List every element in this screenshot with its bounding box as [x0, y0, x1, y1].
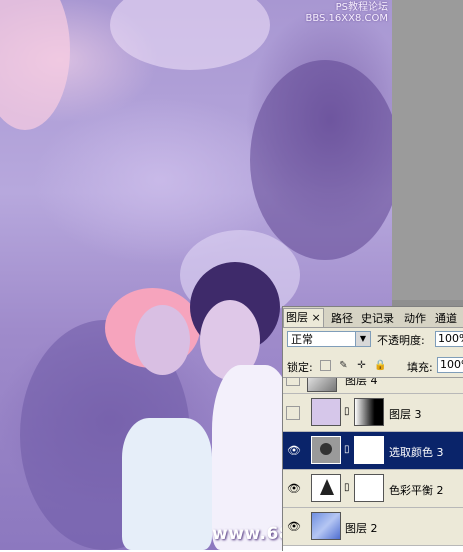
visibility-toggle[interactable]	[286, 378, 300, 386]
tree-foliage-right	[250, 60, 392, 260]
layer-name: 图层 2	[345, 522, 378, 535]
lock-transparency-icon[interactable]	[320, 360, 331, 371]
layer-mask-thumbnail[interactable]	[354, 398, 384, 426]
chevron-down-icon[interactable]: ▼	[355, 332, 370, 346]
layer-mask-thumbnail[interactable]	[354, 436, 384, 464]
girl-dress	[122, 418, 212, 550]
fill-input[interactable]: 100%	[437, 357, 463, 373]
adjustment-thumbnail	[311, 436, 341, 464]
link-icon[interactable]: ▯	[344, 444, 350, 455]
blossom-branch	[0, 0, 70, 130]
layer-name: 选取颜色 3	[389, 446, 444, 459]
panel-tabs: 图层 × 路径 史记录 动作 通道	[283, 307, 463, 328]
foliage-top	[110, 0, 270, 70]
blend-mode-value: 正常	[291, 333, 313, 346]
tab-actions[interactable]: 动作	[404, 310, 426, 326]
lock-label: 锁定:	[287, 361, 313, 374]
eye-icon[interactable]: 👁	[286, 519, 302, 535]
eye-icon[interactable]: 👁	[286, 481, 302, 497]
adjustment-thumbnail	[311, 474, 341, 502]
link-icon[interactable]: ▯	[344, 406, 350, 417]
adjustment-icon	[320, 443, 332, 455]
tab-paths[interactable]: 路径	[331, 310, 353, 326]
layer-thumbnail	[311, 398, 341, 426]
layers-panel: 图层 × 路径 史记录 动作 通道 正常 ▼ 不透明度: 100% 锁定: ✎ …	[282, 306, 463, 552]
lock-row: 锁定: ✎ ✛ 🔒 填充: 100%	[287, 356, 463, 376]
opacity-input[interactable]: 100%	[435, 331, 463, 347]
eye-icon[interactable]: 👁	[286, 443, 302, 459]
layer-name: 色彩平衡 2	[389, 484, 444, 497]
layer-list: 图层 4 ▯ 图层 3 👁 ▯ 选取颜色 3 👁 ▯ 色彩平衡 2 👁 图层 2	[283, 377, 463, 552]
opacity-label: 不透明度:	[377, 334, 425, 347]
layer-name: 图层 3	[389, 408, 422, 421]
balance-icon	[320, 479, 334, 495]
watermark-top: PS教程论坛 BBS.16XX8.COM	[305, 2, 388, 24]
lock-brush-icon[interactable]: ✎	[338, 360, 349, 371]
girl-face	[135, 305, 190, 375]
lock-all-icon[interactable]: 🔒	[374, 360, 386, 371]
layer-name: 图层 4	[345, 377, 378, 387]
fill-label: 填充:	[407, 361, 433, 374]
layer-row-color-balance-2[interactable]: 👁 ▯ 色彩平衡 2	[283, 470, 463, 508]
workspace-background	[392, 0, 463, 300]
layer-row-selective-color-3[interactable]: 👁 ▯ 选取颜色 3	[283, 432, 463, 470]
watermark-line-1: PS教程论坛	[335, 2, 388, 13]
lock-move-icon[interactable]: ✛	[356, 360, 367, 371]
layer-thumbnail	[307, 378, 337, 392]
link-icon[interactable]: ▯	[344, 482, 350, 493]
visibility-toggle[interactable]	[286, 406, 300, 420]
tab-channels[interactable]: 通道	[435, 310, 457, 326]
layer-row-4[interactable]: 图层 4	[283, 377, 463, 394]
tab-history[interactable]: 史记录	[361, 310, 394, 326]
layer-row-3[interactable]: ▯ 图层 3	[283, 394, 463, 432]
watermark-line-2: BBS.16XX8.COM	[305, 13, 388, 24]
layer-mask-thumbnail[interactable]	[354, 474, 384, 502]
layer-row-2[interactable]: 👁 图层 2	[283, 508, 463, 546]
tab-layers[interactable]: 图层 ×	[283, 308, 324, 327]
blend-mode-select[interactable]: 正常 ▼	[287, 331, 371, 347]
blend-row: 正常 ▼ 不透明度: 100%	[287, 330, 463, 350]
layer-thumbnail	[311, 512, 341, 540]
